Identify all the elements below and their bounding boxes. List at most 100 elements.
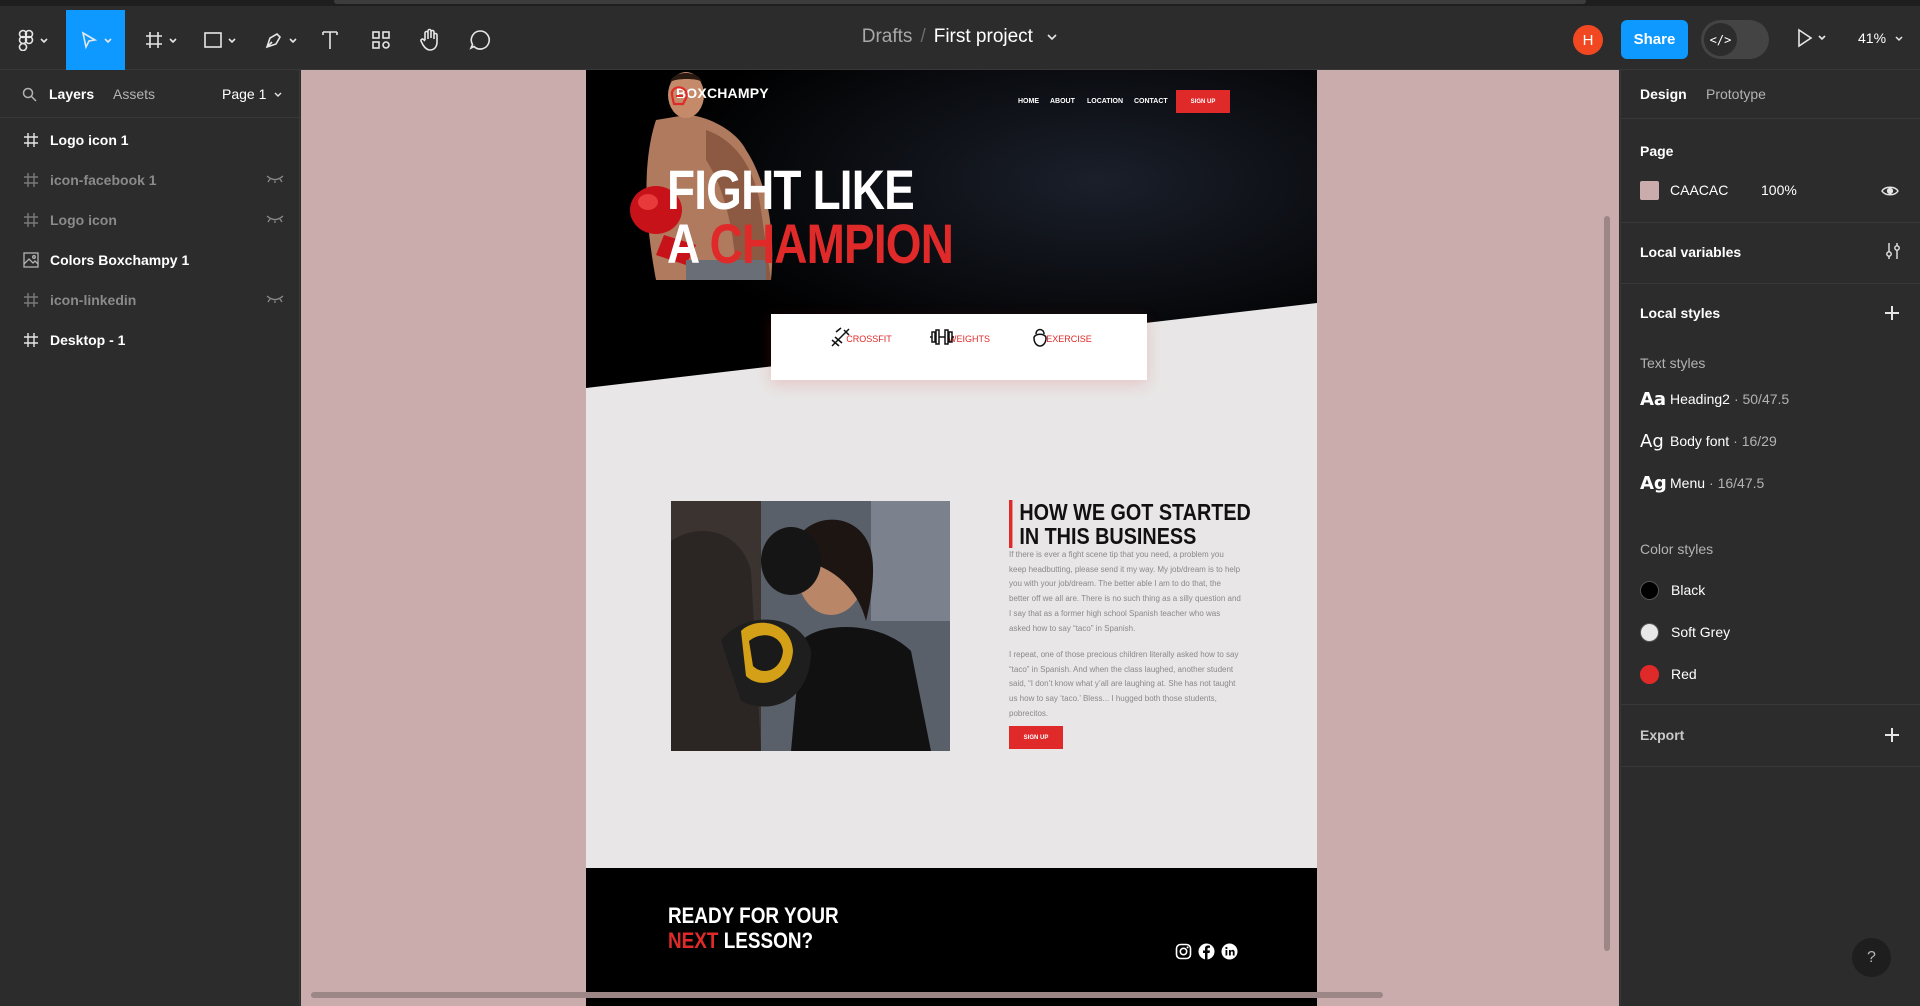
rectangle-icon: [204, 32, 222, 48]
boxing-glove-logo-icon: [670, 86, 688, 106]
pen-icon: [265, 33, 281, 49]
service-weights[interactable]: WEIGHTS: [929, 326, 1009, 345]
search-icon[interactable]: [22, 87, 37, 102]
text-style-item[interactable]: Ag Menu · 16/47.5: [1640, 472, 1764, 494]
dev-mode-toggle[interactable]: </>: [1701, 20, 1769, 59]
canvas[interactable]: BOXCHAMPY HOME ABOUT LOCATION CONTACT SI…: [301, 70, 1619, 1006]
horizontal-scrollbar[interactable]: [311, 992, 1383, 998]
cta-line-1: READY FOR YOUR: [668, 903, 839, 928]
color-style-item[interactable]: Black: [1640, 579, 1705, 601]
zoom-level[interactable]: 41%: [1858, 30, 1904, 46]
layers-panel-tabs: Layers Assets Page 1: [0, 70, 300, 118]
signup-button[interactable]: SIGN UP: [1176, 90, 1230, 113]
tab-assets[interactable]: Assets: [113, 86, 155, 102]
text-icon: [322, 31, 338, 49]
text-tool[interactable]: [315, 10, 345, 70]
export-title[interactable]: Export: [1640, 727, 1684, 743]
chevron-down-icon: [289, 38, 297, 44]
eye-icon[interactable]: [1881, 184, 1899, 198]
comment-tool[interactable]: [465, 10, 495, 70]
layer-row[interactable]: icon-facebook 1: [0, 160, 300, 200]
eye-closed-icon[interactable]: [266, 294, 284, 304]
tab-design[interactable]: Design: [1640, 86, 1687, 102]
chevron-down-icon: [169, 38, 177, 44]
variables-settings-icon[interactable]: [1885, 242, 1901, 260]
frame-icon: [24, 173, 38, 187]
layer-name: Logo icon 1: [50, 132, 129, 148]
avatar[interactable]: H: [1573, 25, 1603, 55]
service-crossfit[interactable]: CROSSFIT: [829, 326, 909, 347]
nav-contact[interactable]: CONTACT: [1134, 98, 1168, 105]
text-style-item[interactable]: Aa Heading2 · 50/47.5: [1640, 388, 1789, 410]
move-icon: [81, 31, 97, 50]
service-exercise[interactable]: EXERCISE: [1029, 326, 1109, 347]
local-variables-title[interactable]: Local variables: [1640, 244, 1741, 260]
text-style-icon: Ag: [1640, 430, 1664, 452]
about-signup-button[interactable]: SIGN UP: [1009, 726, 1063, 749]
add-export-icon[interactable]: [1885, 728, 1899, 742]
layer-name: Colors Boxchampy 1: [50, 252, 190, 268]
comment-icon: [469, 30, 491, 50]
desktop-frame[interactable]: BOXCHAMPY HOME ABOUT LOCATION CONTACT SI…: [586, 70, 1317, 1006]
color-style-item[interactable]: Red: [1640, 663, 1697, 685]
kettlebell-icon: [1033, 328, 1047, 347]
present-button[interactable]: [1795, 26, 1831, 55]
layer-row[interactable]: Logo icon: [0, 200, 300, 240]
eye-closed-icon[interactable]: [266, 174, 284, 184]
resources-icon: [372, 31, 390, 49]
brand-logo[interactable]: BOXCHAMPY: [668, 85, 769, 106]
nav-location[interactable]: LOCATION: [1087, 98, 1123, 105]
layer-row[interactable]: Desktop - 1: [0, 320, 300, 360]
move-tool[interactable]: [66, 10, 125, 70]
pen-tool[interactable]: [258, 10, 304, 70]
facebook-icon[interactable]: [1198, 943, 1215, 960]
project-name[interactable]: First project: [934, 26, 1033, 47]
divider: [1621, 766, 1920, 767]
tab-prototype[interactable]: Prototype: [1706, 86, 1766, 102]
hero-headline: FIGHT LIKE A CHAMPION: [667, 162, 954, 272]
color-style-item[interactable]: Soft Grey: [1640, 621, 1730, 643]
figma-menu-button[interactable]: [10, 10, 56, 70]
page-color-swatch[interactable]: [1640, 181, 1659, 200]
vertical-scrollbar[interactable]: [1604, 216, 1610, 951]
image-icon: [23, 252, 39, 268]
eye-closed-icon[interactable]: [266, 214, 284, 224]
instagram-icon[interactable]: [1175, 943, 1192, 960]
share-button[interactable]: Share: [1621, 20, 1688, 59]
figma-app: Drafts / First project H Share </> 41% Lay…: [0, 0, 1920, 1006]
chevron-down-icon[interactable]: [1046, 32, 1058, 42]
nav-about[interactable]: ABOUT: [1050, 98, 1075, 105]
linkedin-icon[interactable]: [1221, 943, 1238, 960]
page-color-hex[interactable]: CAACAC: [1670, 182, 1728, 198]
text-style-item[interactable]: Ag Body font · 16/29: [1640, 430, 1777, 452]
layer-row[interactable]: Colors Boxchampy 1: [0, 240, 300, 280]
add-style-icon[interactable]: [1885, 306, 1899, 320]
page-opacity[interactable]: 100%: [1761, 182, 1797, 198]
layer-row[interactable]: icon-linkedin: [0, 280, 300, 320]
color-swatch-soft-grey: [1640, 622, 1659, 642]
chevron-down-icon: [40, 38, 48, 44]
properties-panel: Design Prototype Page CAACAC 100% Local …: [1620, 70, 1920, 1006]
cta-title: READY FOR YOUR NEXT LESSON?: [668, 903, 839, 953]
frame-icon: [24, 333, 38, 347]
text-styles-title: Text styles: [1640, 355, 1706, 371]
page-selector[interactable]: Page 1: [222, 86, 283, 102]
page-section-title: Page: [1640, 143, 1674, 159]
divider: [1621, 222, 1920, 223]
tab-layers[interactable]: Layers: [49, 86, 94, 102]
breadcrumb-drafts[interactable]: Drafts: [862, 26, 913, 47]
layer-row[interactable]: Logo icon 1: [0, 120, 300, 160]
frame-tool[interactable]: [138, 10, 184, 70]
color-style-name: Red: [1671, 666, 1697, 682]
nav-home[interactable]: HOME: [1018, 98, 1039, 105]
help-button[interactable]: ?: [1852, 938, 1891, 977]
resources-tool[interactable]: [366, 10, 396, 70]
services-card: CROSSFIT WEIGHTS EXERCISE: [771, 314, 1147, 380]
window-tab-bar: [334, 0, 1586, 4]
text-style-icon: Ag: [1640, 472, 1667, 494]
code-icon: </>: [1704, 23, 1737, 56]
shape-tool[interactable]: [197, 10, 243, 70]
hand-tool[interactable]: [415, 10, 445, 70]
about-title: HOW WE GOT STARTED IN THIS BUSINESS: [1009, 500, 1251, 548]
toolbar: Drafts / First project H Share </> 41%: [0, 0, 1920, 70]
